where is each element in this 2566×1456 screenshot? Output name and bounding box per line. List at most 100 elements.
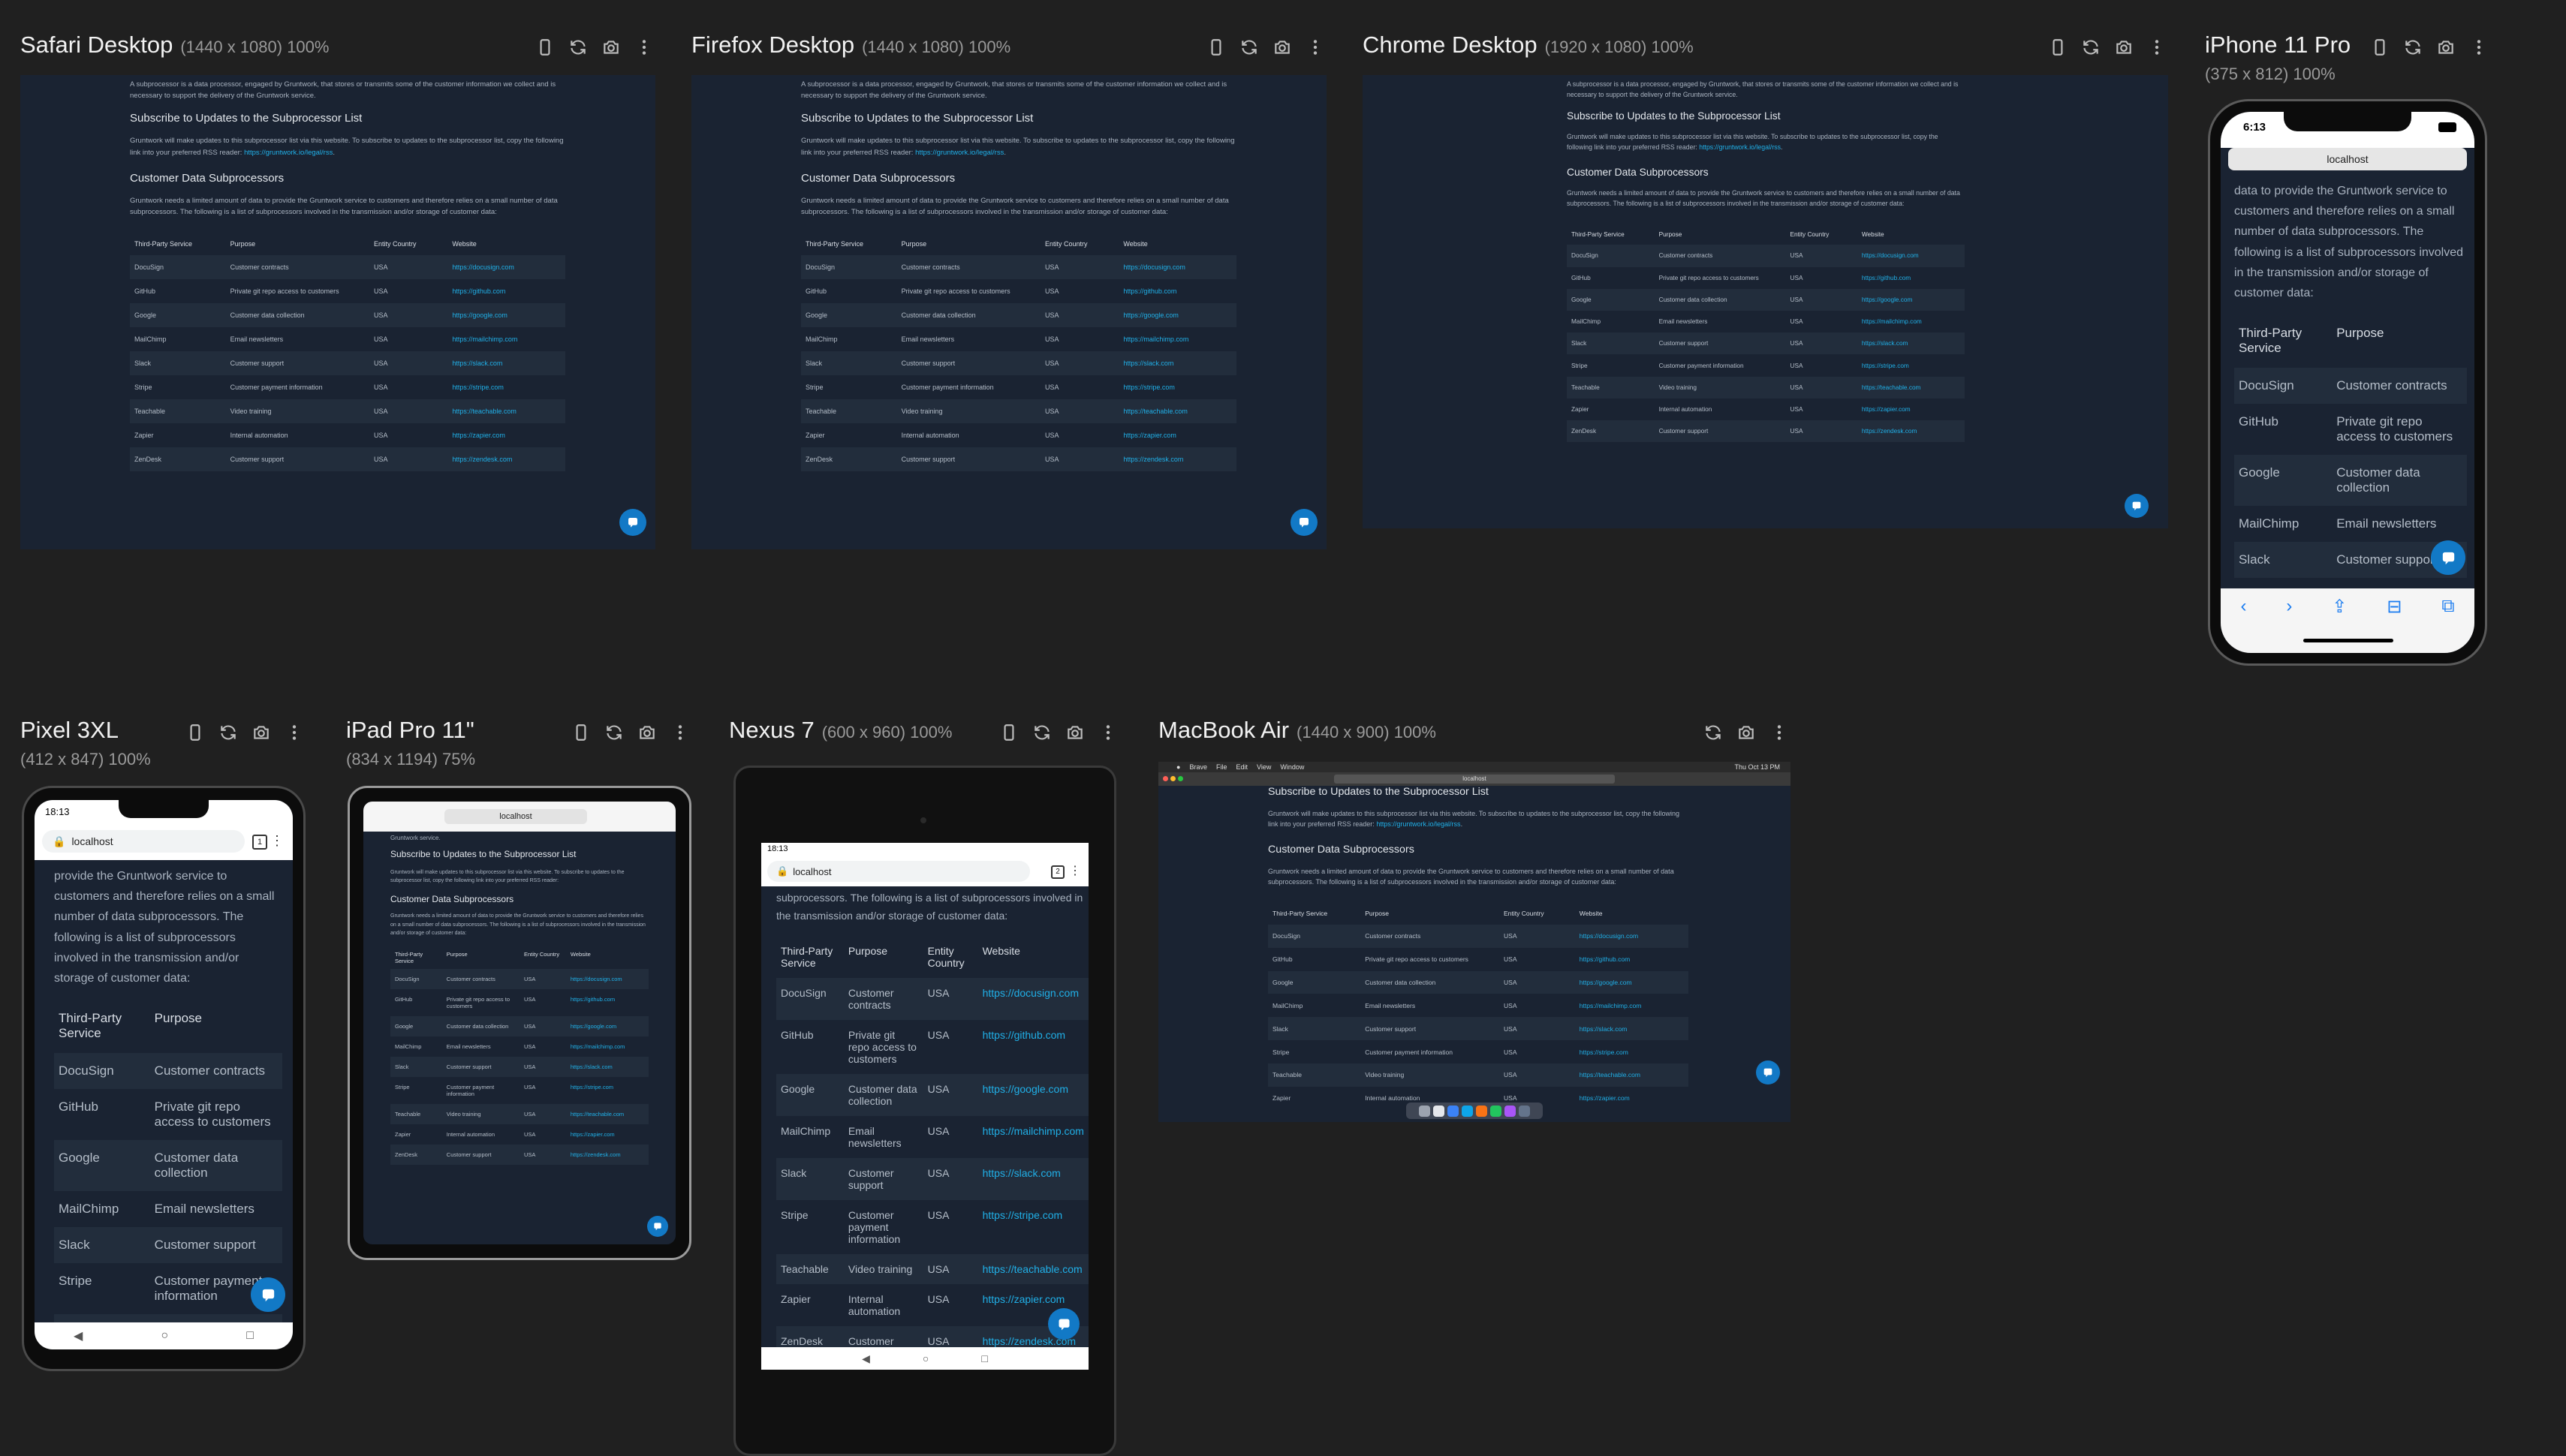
website-link[interactable]: https://teachable.com [447, 399, 565, 424]
website-link[interactable]: https://zapier.com [1119, 423, 1236, 447]
address-bar[interactable]: localhost [1334, 775, 1615, 784]
address-bar[interactable]: 🔒 localhost [42, 830, 245, 853]
device-rotate-icon[interactable] [998, 721, 1020, 744]
forward-icon[interactable]: › [2286, 596, 2292, 618]
website-link[interactable]: https://slack.com [1574, 1017, 1688, 1041]
ipad-screen[interactable]: localhost Gruntwork service. Subscribe to… [363, 802, 676, 1244]
refresh-icon[interactable] [567, 36, 589, 59]
more-icon[interactable] [283, 721, 306, 744]
website-link[interactable]: https://google.com [447, 303, 565, 328]
chat-button[interactable] [251, 1277, 285, 1312]
rss-link[interactable]: https://gruntwork.io/legal/rss [1699, 143, 1781, 151]
camera-icon[interactable] [1735, 721, 1757, 744]
dock-app-icon[interactable] [1504, 1105, 1516, 1117]
website-link[interactable]: https://docusign.com [565, 968, 649, 989]
website-link[interactable]: https://mailchimp.com [978, 1116, 1089, 1158]
chat-button[interactable] [1756, 1060, 1780, 1084]
website-link[interactable]: https://zapier.com [447, 423, 565, 447]
rss-link[interactable]: https://gruntwork.io/legal/rss [244, 149, 333, 157]
more-icon[interactable] [1768, 721, 1790, 744]
website-link[interactable]: https://docusign.com [977, 977, 1089, 1020]
website-link[interactable]: https://mailchimp.com [566, 1036, 649, 1057]
website-link[interactable]: https://google.com [1574, 970, 1688, 994]
website-link[interactable]: https://teachable.com [565, 1103, 649, 1124]
website-link[interactable]: https://zendesk.com [1119, 447, 1236, 472]
refresh-icon[interactable] [1238, 36, 1260, 59]
address-bar[interactable]: localhost [2228, 148, 2467, 170]
device-rotate-icon[interactable] [184, 721, 206, 744]
website-link[interactable]: https://mailchimp.com [447, 327, 565, 351]
website-link[interactable]: https://google.com [1857, 288, 1965, 311]
website-link[interactable]: https://stripe.com [566, 1077, 649, 1104]
website-link[interactable]: https://mailchimp.com [1857, 311, 1965, 332]
dock-app-icon[interactable] [1490, 1105, 1501, 1117]
device-rotate-icon[interactable] [2369, 36, 2391, 59]
dock-app-icon[interactable] [1419, 1105, 1430, 1117]
refresh-icon[interactable] [2402, 36, 2424, 59]
website-link[interactable]: https://zapier.com [1857, 399, 1965, 420]
menu-item[interactable]: Edit [1236, 763, 1248, 771]
website-link[interactable]: https://google.com [1119, 303, 1236, 328]
device-rotate-icon[interactable] [1205, 36, 1227, 59]
apple-icon[interactable]: ● [1176, 763, 1180, 771]
more-icon[interactable] [1097, 721, 1119, 744]
camera-icon[interactable] [2435, 36, 2457, 59]
window-minimize-icon[interactable] [1170, 776, 1176, 781]
more-icon[interactable] [2146, 36, 2168, 59]
website-link[interactable]: https://slack.com [1857, 332, 1965, 355]
back-icon[interactable]: ‹ [2240, 596, 2246, 618]
overview-icon[interactable]: □ [246, 1329, 254, 1343]
back-icon[interactable]: ◀ [74, 1328, 83, 1343]
website-link[interactable]: https://slack.com [1119, 351, 1236, 376]
website-link[interactable]: https://zapier.com [566, 1124, 649, 1145]
macbook-screen[interactable]: ● Brave File Edit View Window Thu Oct 13… [1158, 762, 1790, 1122]
website-link[interactable]: https://stripe.com [1119, 375, 1236, 399]
website-link[interactable]: https://mailchimp.com [1575, 994, 1688, 1017]
more-icon[interactable] [669, 721, 691, 744]
chat-button[interactable] [619, 509, 646, 536]
chat-button[interactable] [2431, 540, 2465, 575]
address-bar[interactable]: localhost [444, 809, 587, 824]
menu-item[interactable]: View [1257, 763, 1271, 771]
website-link[interactable]: https://stripe.com [447, 375, 565, 399]
website-link[interactable]: https://github.com [566, 989, 649, 1016]
dock-app-icon[interactable] [1519, 1105, 1530, 1117]
website-link[interactable]: https://teachable.com [1574, 1063, 1688, 1087]
dock-app-icon[interactable] [1447, 1105, 1459, 1117]
dock-app-icon[interactable] [1476, 1105, 1487, 1117]
chat-button[interactable] [2125, 494, 2149, 518]
rss-link[interactable]: https://gruntwork.io/legal/rss [915, 149, 1004, 157]
website-link[interactable]: https://github.com [1575, 948, 1688, 971]
website-link[interactable]: https://github.com [447, 279, 565, 303]
menu-icon[interactable]: ⋮ [1069, 863, 1081, 878]
website-link[interactable]: https://teachable.com [1119, 399, 1236, 424]
refresh-icon[interactable] [217, 721, 239, 744]
iphone-screen[interactable]: 6:13 localhost data to provide the Grunt… [2221, 112, 2474, 653]
safari-viewport[interactable]: A subprocessor is a data processor, enga… [20, 75, 655, 549]
refresh-icon[interactable] [1702, 721, 1724, 744]
website-link[interactable]: https://github.com [1119, 279, 1236, 303]
nexus-screen[interactable]: 18:13 🔒 localhost 2 ⋮ subprocessors. The … [761, 843, 1089, 1370]
website-link[interactable]: https://zendesk.com [447, 447, 565, 472]
website-link[interactable]: https://stripe.com [978, 1200, 1089, 1254]
website-link[interactable]: https://github.com [1857, 267, 1965, 289]
tab-count-icon[interactable]: 2 [1051, 865, 1065, 879]
tabs-icon[interactable]: ⧉ [2441, 596, 2454, 618]
website-link[interactable]: https://zendesk.com [565, 1144, 649, 1165]
menu-item[interactable]: Brave [1189, 763, 1207, 771]
chat-button[interactable] [647, 1216, 668, 1237]
window-zoom-icon[interactable] [1178, 776, 1183, 781]
website-link[interactable]: https://docusign.com [1574, 924, 1688, 948]
website-link[interactable]: https://docusign.com [447, 255, 565, 280]
website-link[interactable]: https://docusign.com [1119, 255, 1236, 280]
home-icon[interactable]: ○ [923, 1352, 929, 1364]
refresh-icon[interactable] [603, 721, 625, 744]
device-rotate-icon[interactable] [570, 721, 592, 744]
camera-icon[interactable] [250, 721, 273, 744]
back-icon[interactable]: ◀ [862, 1352, 870, 1365]
dock-app-icon[interactable] [1433, 1105, 1444, 1117]
menu-item[interactable]: File [1216, 763, 1227, 771]
chat-button[interactable] [1048, 1308, 1080, 1340]
website-link[interactable]: https://stripe.com [1857, 354, 1965, 376]
overview-icon[interactable]: □ [981, 1352, 987, 1364]
